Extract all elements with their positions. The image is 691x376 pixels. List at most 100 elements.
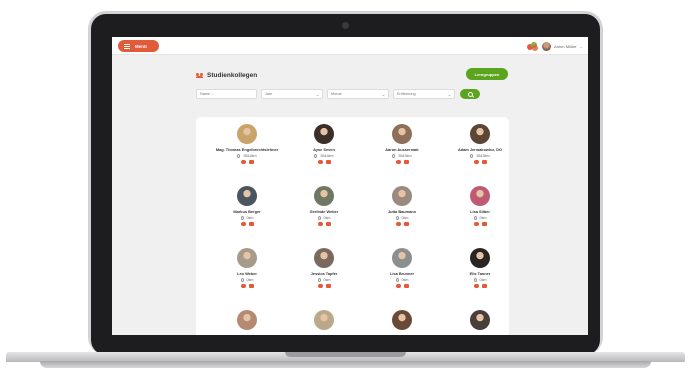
classmate-item[interactable]: Gerlinde Weber 0km (285, 186, 363, 226)
chat-icon[interactable] (317, 160, 323, 164)
classmate-name[interactable]: Jessica Tapfer (285, 271, 363, 276)
chat-icon[interactable] (240, 284, 246, 288)
distance-text: 0km (401, 278, 409, 282)
classmate-name[interactable]: Aaron Aussermair (363, 147, 441, 152)
add-contact-icon[interactable] (481, 222, 487, 226)
classmate-photo[interactable] (470, 186, 490, 206)
classmate-distance: 5543km (441, 154, 519, 158)
classmate-item[interactable]: Adam Jermakowicz, DO 5543km (441, 124, 519, 164)
classmate-name[interactable]: Leo Weber (208, 271, 286, 276)
chat-icon[interactable] (395, 284, 401, 288)
add-contact-icon[interactable] (403, 222, 409, 226)
classmate-actions (285, 160, 363, 164)
classmate-photo[interactable] (314, 186, 334, 206)
user-area[interactable]: Anton Müller ⌄ (527, 40, 583, 52)
name-input-placeholder: Name ... (200, 92, 215, 96)
classmate-photo[interactable] (470, 248, 490, 268)
chat-icon[interactable] (240, 160, 246, 164)
distance-text: 0km (246, 278, 254, 282)
classmate-item[interactable]: Aaron Aussermair 5543km (363, 124, 441, 164)
location-pin-icon (240, 278, 244, 282)
month-select[interactable]: Monat ⌄ (327, 89, 389, 99)
add-contact-icon[interactable] (481, 160, 487, 164)
classmate-item[interactable] (208, 310, 286, 330)
classmate-name[interactable]: Mag. Thomas Engelbrechtslehner (208, 147, 286, 152)
classmate-photo[interactable] (470, 124, 490, 144)
chat-icon[interactable] (317, 222, 323, 226)
classmate-item[interactable]: Lisa Silber 0km (441, 186, 519, 226)
page-title-row: Studienkollegen (196, 72, 257, 79)
distance-select[interactable]: Entfernung ⌄ (393, 89, 455, 99)
study-groups-button[interactable]: Lerngruppen (466, 68, 508, 80)
chat-icon[interactable] (473, 160, 479, 164)
chevron-down-icon[interactable]: ⌄ (580, 44, 583, 49)
classmate-photo[interactable] (392, 310, 412, 330)
location-pin-icon (473, 216, 477, 220)
classmate-distance: 0km (441, 216, 519, 220)
people-icon (196, 72, 203, 79)
name-input[interactable]: Name ... (196, 89, 257, 99)
classmate-name[interactable]: Lisa Brunner (363, 271, 441, 276)
chat-icon[interactable] (395, 222, 401, 226)
classmate-actions (363, 284, 441, 288)
classmate-item[interactable]: Ayse Seven 5544km (285, 124, 363, 164)
chat-icon[interactable] (473, 222, 479, 226)
classmate-name[interactable]: Ayse Seven (285, 147, 363, 152)
classmate-name[interactable]: Elis Tanner (441, 271, 519, 276)
add-contact-icon[interactable] (248, 284, 254, 288)
classmate-name[interactable]: Jutta Baumann (363, 209, 441, 214)
classmate-item[interactable]: Jessica Tapfer 0km (285, 248, 363, 288)
classmate-name[interactable]: Adam Jermakowicz, DO (441, 147, 519, 152)
chat-icon[interactable] (473, 284, 479, 288)
location-pin-icon (317, 278, 321, 282)
hearts-icon[interactable] (527, 41, 539, 51)
classmate-item[interactable]: Markus Berger 0km (208, 186, 286, 226)
classmate-photo[interactable] (314, 248, 334, 268)
classmate-name[interactable]: Lisa Silber (441, 209, 519, 214)
camera-icon (342, 22, 349, 29)
classmate-photo[interactable] (314, 310, 334, 330)
classmate-item[interactable]: Mag. Thomas Engelbrechtslehner 5544km (208, 124, 286, 164)
add-contact-icon[interactable] (325, 222, 331, 226)
add-contact-icon[interactable] (403, 160, 409, 164)
classmate-photo[interactable] (392, 248, 412, 268)
add-contact-icon[interactable] (325, 160, 331, 164)
classmate-photo[interactable] (470, 310, 490, 330)
classmate-item[interactable]: Lisa Brunner 0km (363, 248, 441, 288)
menu-button[interactable]: Menü (118, 40, 159, 52)
chat-icon[interactable] (395, 160, 401, 164)
user-name[interactable]: Anton Müller (554, 44, 576, 49)
location-pin-icon (237, 154, 241, 158)
year-select-label: Jahr (265, 92, 273, 96)
classmate-name[interactable]: Gerlinde Weber (285, 209, 363, 214)
classmate-actions (363, 160, 441, 164)
add-contact-icon[interactable] (325, 284, 331, 288)
classmate-photo[interactable] (392, 186, 412, 206)
classmate-item[interactable]: Jutta Baumann 0km (363, 186, 441, 226)
classmate-photo[interactable] (314, 124, 334, 144)
classmate-actions (208, 284, 286, 288)
chat-icon[interactable] (317, 284, 323, 288)
classmate-distance: 0km (285, 216, 363, 220)
search-button[interactable] (460, 89, 480, 99)
classmate-item[interactable]: Elis Tanner 0km (441, 248, 519, 288)
classmate-item[interactable] (441, 310, 519, 330)
classmate-item[interactable] (363, 310, 441, 330)
classmate-name[interactable]: Markus Berger (208, 209, 286, 214)
classmate-photo[interactable] (237, 124, 257, 144)
add-contact-icon[interactable] (481, 284, 487, 288)
classmate-item[interactable]: Leo Weber 0km (208, 248, 286, 288)
avatar[interactable] (542, 41, 552, 51)
classmate-photo[interactable] (237, 310, 257, 330)
classmate-photo[interactable] (392, 124, 412, 144)
add-contact-icon[interactable] (403, 284, 409, 288)
chat-icon[interactable] (240, 222, 246, 226)
classmate-item[interactable] (285, 310, 363, 330)
year-select[interactable]: Jahr ⌄ (261, 89, 323, 99)
add-contact-icon[interactable] (248, 222, 254, 226)
classmate-actions (208, 222, 286, 226)
classmate-photo[interactable] (237, 186, 257, 206)
add-contact-icon[interactable] (248, 160, 254, 164)
classmate-photo[interactable] (237, 248, 257, 268)
distance-text: 0km (401, 216, 409, 220)
